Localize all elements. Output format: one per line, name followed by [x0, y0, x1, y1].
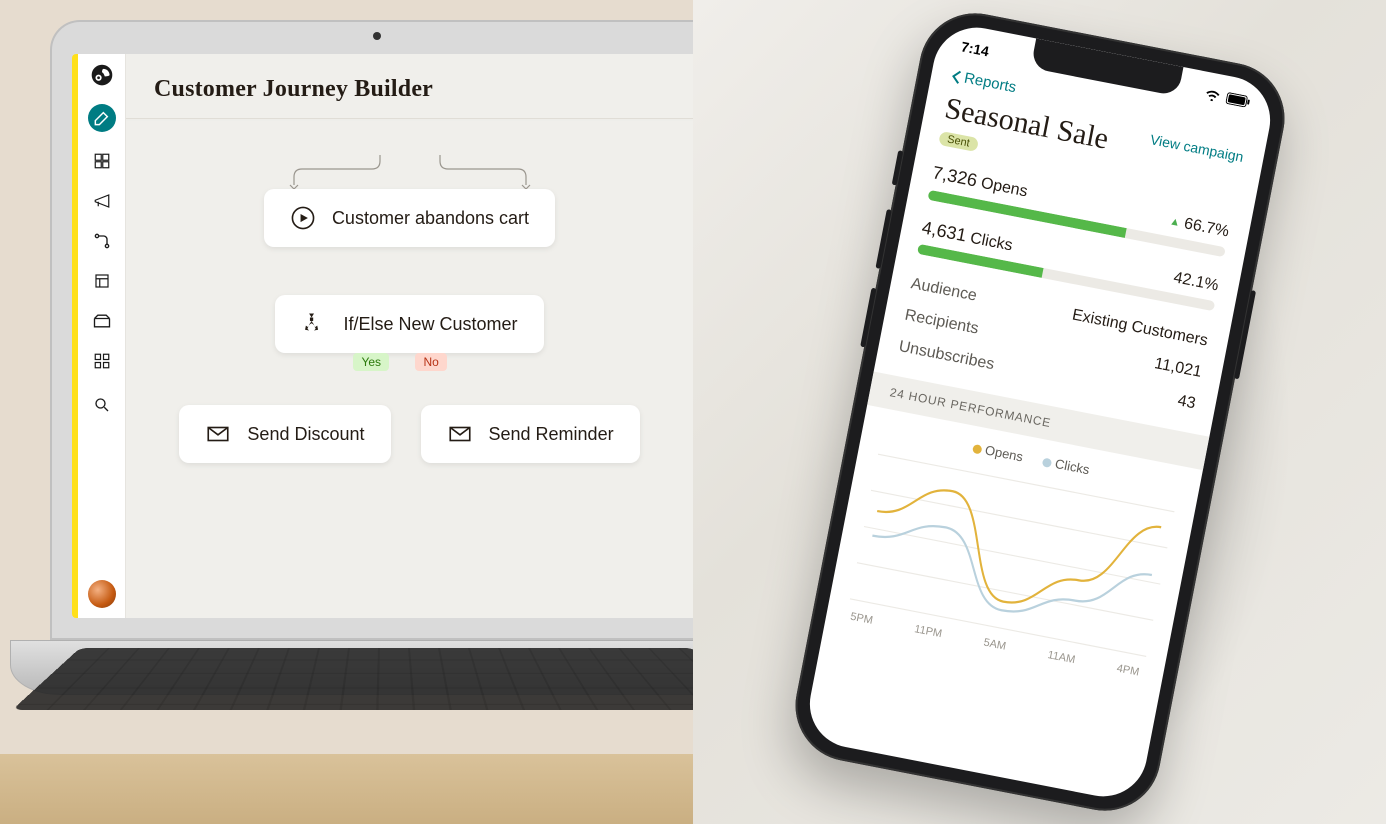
legend-opens: Opens — [983, 442, 1023, 464]
mail-icon — [447, 421, 473, 447]
action-no-label: Send Reminder — [489, 424, 614, 445]
trigger-label: Customer abandons cart — [332, 208, 529, 229]
clicks-label: Clicks — [968, 230, 1013, 255]
action-yes-label: Send Discount — [247, 424, 364, 445]
opens-pct: 66.7% — [1182, 215, 1230, 241]
nav-audience-icon[interactable] — [91, 150, 113, 172]
branch-connectors — [280, 137, 540, 189]
nav-content-icon[interactable] — [91, 310, 113, 332]
opens-label: Opens — [979, 175, 1029, 201]
unsubs-val: 43 — [1176, 392, 1197, 413]
recipients-val: 11,021 — [1152, 355, 1202, 382]
trigger-node[interactable]: Customer abandons cart — [264, 189, 555, 247]
chevron-left-icon — [950, 69, 962, 84]
yes-tag: Yes — [353, 353, 389, 371]
audience-key: Audience — [909, 275, 978, 305]
legend-dot-clicks — [1041, 458, 1052, 469]
battery-icon — [1225, 92, 1251, 108]
unsubs-key: Unsubscribes — [897, 338, 996, 374]
nav-automations-icon[interactable] — [91, 230, 113, 252]
status-badge: Sent — [938, 131, 979, 152]
condition-node[interactable]: If/Else New Customer Yes No — [275, 295, 543, 353]
logo-icon[interactable] — [91, 64, 113, 86]
branch-icon — [301, 311, 327, 337]
status-time: 7:14 — [959, 38, 990, 59]
action-node-yes[interactable]: Send Discount — [179, 405, 390, 463]
wifi-icon — [1203, 88, 1221, 103]
journey-canvas[interactable]: Customer abandons cart If/Else New Custo… — [126, 119, 693, 618]
nav-create-icon[interactable] — [88, 104, 116, 132]
no-tag: No — [415, 353, 446, 371]
action-node-no[interactable]: Send Reminder — [421, 405, 640, 463]
condition-label: If/Else New Customer — [343, 314, 517, 335]
recipients-key: Recipients — [903, 307, 980, 339]
mail-icon — [205, 421, 231, 447]
up-arrow-icon: ▲ — [1168, 215, 1181, 229]
legend-clicks: Clicks — [1053, 456, 1090, 477]
clicks-pct: 42.1% — [1171, 269, 1219, 295]
sidebar — [78, 54, 126, 618]
nav-campaigns-icon[interactable] — [91, 190, 113, 212]
laptop-screen: Customer Journey Builder Customer abando… — [72, 54, 693, 618]
avatar[interactable] — [88, 580, 116, 608]
play-icon — [290, 205, 316, 231]
legend-dot-opens — [971, 444, 982, 455]
opens-count: 7,326 — [930, 162, 978, 190]
clicks-count: 4,631 — [920, 217, 968, 245]
nav-search-icon[interactable] — [91, 394, 113, 416]
nav-integrations-icon[interactable] — [91, 350, 113, 372]
nav-website-icon[interactable] — [91, 270, 113, 292]
page-title: Customer Journey Builder — [126, 54, 693, 103]
phone-frame: 7:14 Reports Seasonal Sale Sent View cam — [785, 4, 1293, 821]
